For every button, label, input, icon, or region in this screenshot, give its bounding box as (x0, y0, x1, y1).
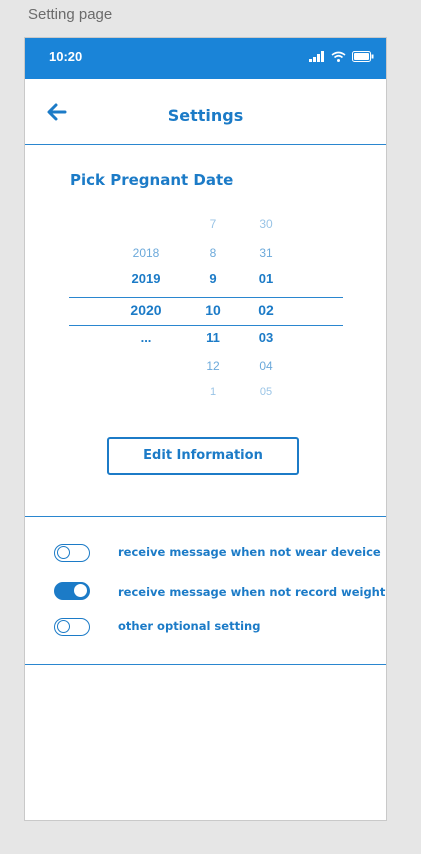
page-header: Settings (25, 79, 386, 145)
edit-information-button[interactable]: Edit Information (107, 437, 299, 475)
status-time: 10:20 (49, 49, 83, 64)
page-caption: Setting page (28, 6, 113, 23)
month-option[interactable]: 12 (183, 359, 243, 373)
toggle-wear-device[interactable] (54, 544, 90, 562)
toggle-knob (57, 620, 70, 633)
date-picker[interactable]: 2018 2019 2020 ... 7 8 9 10 11 12 1 30 3… (25, 213, 386, 408)
setting-label: receive message when not record weight (118, 585, 386, 599)
month-option[interactable]: 11 (183, 330, 243, 345)
day-option[interactable]: 05 (236, 386, 296, 398)
year-option[interactable]: 2018 (116, 246, 176, 260)
month-column[interactable]: 7 8 9 10 11 12 1 (183, 213, 243, 408)
day-option[interactable]: 01 (236, 271, 296, 286)
wifi-icon (331, 51, 346, 62)
day-option[interactable]: 03 (236, 330, 296, 345)
section-divider-bottom (25, 664, 386, 665)
section-divider-top (25, 516, 386, 517)
header-divider (25, 144, 386, 145)
year-option[interactable]: ... (116, 330, 176, 345)
month-option[interactable]: 7 (183, 217, 243, 231)
status-bar: 10:20 (25, 38, 386, 79)
setting-row-optional: other optional setting (54, 618, 374, 640)
signal-icon (309, 51, 324, 62)
day-option-selected[interactable]: 02 (236, 302, 296, 318)
month-option[interactable]: 9 (183, 271, 243, 286)
year-column[interactable]: 2018 2019 2020 ... (116, 213, 176, 408)
setting-label: receive message when not wear deveice (118, 545, 381, 559)
toggle-knob (74, 584, 87, 597)
setting-label: other optional setting (118, 619, 261, 633)
setting-row-wear-device: receive message when not wear deveice (54, 544, 381, 566)
battery-icon (352, 51, 374, 62)
picker-selection-top-line (69, 297, 343, 298)
month-option-selected[interactable]: 10 (183, 302, 243, 318)
day-option[interactable]: 31 (236, 246, 296, 260)
year-option-selected[interactable]: 2020 (116, 302, 176, 318)
month-option[interactable]: 1 (183, 386, 243, 398)
year-option[interactable]: 2019 (116, 271, 176, 286)
page-title: Settings (167, 106, 244, 125)
toggle-optional-setting[interactable] (54, 618, 90, 636)
day-option[interactable]: 30 (236, 217, 296, 231)
toggle-record-weight[interactable] (54, 582, 90, 600)
phone-frame: 10:20 Settings Pick Pregnant Date 2018 2… (24, 37, 387, 821)
setting-row-record-weight: receive message when not record weight (54, 582, 385, 604)
picker-selection-bottom-line (69, 325, 343, 326)
day-column[interactable]: 30 31 01 02 03 04 05 (236, 213, 296, 408)
month-option[interactable]: 8 (183, 246, 243, 260)
toggle-knob (57, 546, 70, 559)
pregnant-date-label: Pick Pregnant Date (70, 171, 234, 189)
status-icons (309, 51, 374, 62)
day-option[interactable]: 04 (236, 359, 296, 373)
